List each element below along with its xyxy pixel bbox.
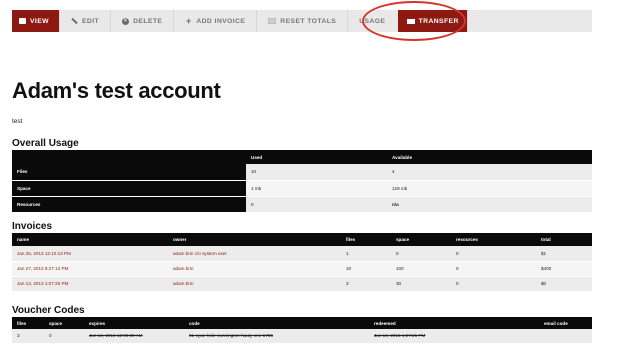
column-header: [12, 150, 246, 164]
reset-icon: [268, 18, 277, 24]
invoice-name-link[interactable]: Jan 13, 2013 1:07:25 PM: [12, 276, 168, 292]
total-cell: $0: [536, 276, 592, 292]
total-cell: $400: [536, 261, 592, 277]
overall-usage-table: Used Available Files 10 4 Space 1 mb 129…: [12, 150, 592, 213]
plus-icon: +: [185, 15, 192, 26]
column-header: expires: [84, 317, 184, 329]
view-button-label: VIEW: [30, 17, 49, 25]
delete-button[interactable]: × DELETE: [111, 10, 175, 32]
used-cell: 1 mb: [246, 180, 387, 197]
files-cell: 3: [341, 276, 391, 292]
delete-button-label: DELETE: [133, 17, 163, 25]
table-row: Resources 0 n/a: [12, 196, 592, 213]
view-icon: [19, 18, 26, 24]
column-header: email code: [539, 317, 592, 329]
reset-totals-button-label: RESET TOTALS: [280, 17, 337, 25]
space-cell: 0: [391, 246, 451, 262]
column-header: code: [184, 317, 369, 329]
add-invoice-button[interactable]: + ADD INVOICE: [174, 10, 258, 32]
transfer-button-label: TRANSFER: [418, 17, 459, 25]
email-code-cell[interactable]: [539, 329, 592, 344]
table-row: Jan 27, 2013 9:27:12 PM adam brin 10 100…: [12, 261, 592, 277]
row-label: Space: [12, 180, 246, 197]
account-description: test: [12, 118, 23, 125]
table-row: 3 0 Jan 12, 2016 12:00:00 AM 81-cyan-hol…: [12, 329, 592, 344]
edit-button-label: EDIT: [82, 17, 100, 25]
space-cell: 30: [391, 276, 451, 292]
resources-cell: 0: [451, 246, 536, 262]
add-invoice-button-label: ADD INVOICE: [196, 17, 246, 25]
column-header: redeemed: [369, 317, 539, 329]
space-cell: 100: [391, 261, 451, 277]
space-cell: 0: [44, 329, 84, 344]
invoice-owner-link[interactable]: adam brin c/o system user: [168, 246, 341, 262]
invoices-heading: Invoices: [12, 221, 53, 232]
column-header: space: [391, 233, 451, 246]
available-cell: n/a: [387, 196, 592, 213]
usage-button-label: USAGE: [359, 17, 386, 25]
action-toolbar: VIEW EDIT × DELETE + ADD INVOICE RESET T…: [12, 10, 592, 32]
used-cell: 10: [246, 164, 387, 181]
used-cell: 0: [246, 196, 387, 213]
available-cell: 4: [387, 164, 592, 181]
invoice-name-link[interactable]: Jan 25, 2013 12:10:13 PM: [12, 246, 168, 262]
table-header-row: Used Available: [12, 150, 592, 164]
row-label: Resources: [12, 196, 246, 213]
usage-button[interactable]: USAGE: [348, 10, 388, 32]
voucher-codes-table: files space expires code redeemed email …: [12, 317, 592, 344]
view-button[interactable]: VIEW: [12, 10, 60, 32]
pencil-icon: [71, 17, 78, 25]
resources-cell: 0: [451, 261, 536, 277]
invoice-owner-link[interactable]: adam brin: [168, 261, 341, 277]
redeemed-cell: Jan 13, 2013 1:07:25 PM: [369, 329, 539, 344]
column-header: name: [12, 233, 168, 246]
table-row: Files 10 4: [12, 164, 592, 181]
column-header: Available: [387, 150, 592, 164]
transfer-icon: [406, 18, 415, 24]
table-header-row: files space expires code redeemed email …: [12, 317, 592, 329]
edit-button[interactable]: EDIT: [60, 10, 112, 32]
invoice-name-link[interactable]: Jan 27, 2013 9:27:12 PM: [12, 261, 168, 277]
code-cell: 81-cyan-hole-cunnington-hauty-cnn-5755: [184, 329, 369, 344]
voucher-codes-heading: Voucher Codes: [12, 305, 85, 316]
column-header: owner: [168, 233, 341, 246]
invoice-owner-link[interactable]: adam brin: [168, 276, 341, 292]
expires-cell: Jan 12, 2016 12:00:00 AM: [84, 329, 184, 344]
column-header: files: [12, 317, 44, 329]
page-title: Adam's test account: [12, 78, 221, 103]
delete-icon: ×: [122, 17, 130, 25]
files-cell: 10: [341, 261, 391, 277]
files-cell: 1: [341, 246, 391, 262]
resources-cell: 0: [451, 276, 536, 292]
transfer-button[interactable]: TRANSFER: [398, 10, 469, 32]
column-header: Used: [246, 150, 387, 164]
column-header: files: [341, 233, 391, 246]
available-cell: 129 mb: [387, 180, 592, 197]
reset-totals-button[interactable]: RESET TOTALS: [257, 10, 349, 32]
invoices-table: name owner files space resources total J…: [12, 233, 592, 292]
table-row: Space 1 mb 129 mb: [12, 180, 592, 197]
row-label: Files: [12, 164, 246, 181]
column-header: space: [44, 317, 84, 329]
table-row: Jan 13, 2013 1:07:25 PM adam brin 3 30 0…: [12, 276, 592, 292]
overall-usage-heading: Overall Usage: [12, 138, 79, 149]
files-cell: 3: [12, 329, 44, 344]
column-header: total: [536, 233, 592, 246]
table-row: Jan 25, 2013 12:10:13 PM adam brin c/o s…: [12, 246, 592, 262]
table-header-row: name owner files space resources total: [12, 233, 592, 246]
column-header: resources: [451, 233, 536, 246]
total-cell: $1: [536, 246, 592, 262]
